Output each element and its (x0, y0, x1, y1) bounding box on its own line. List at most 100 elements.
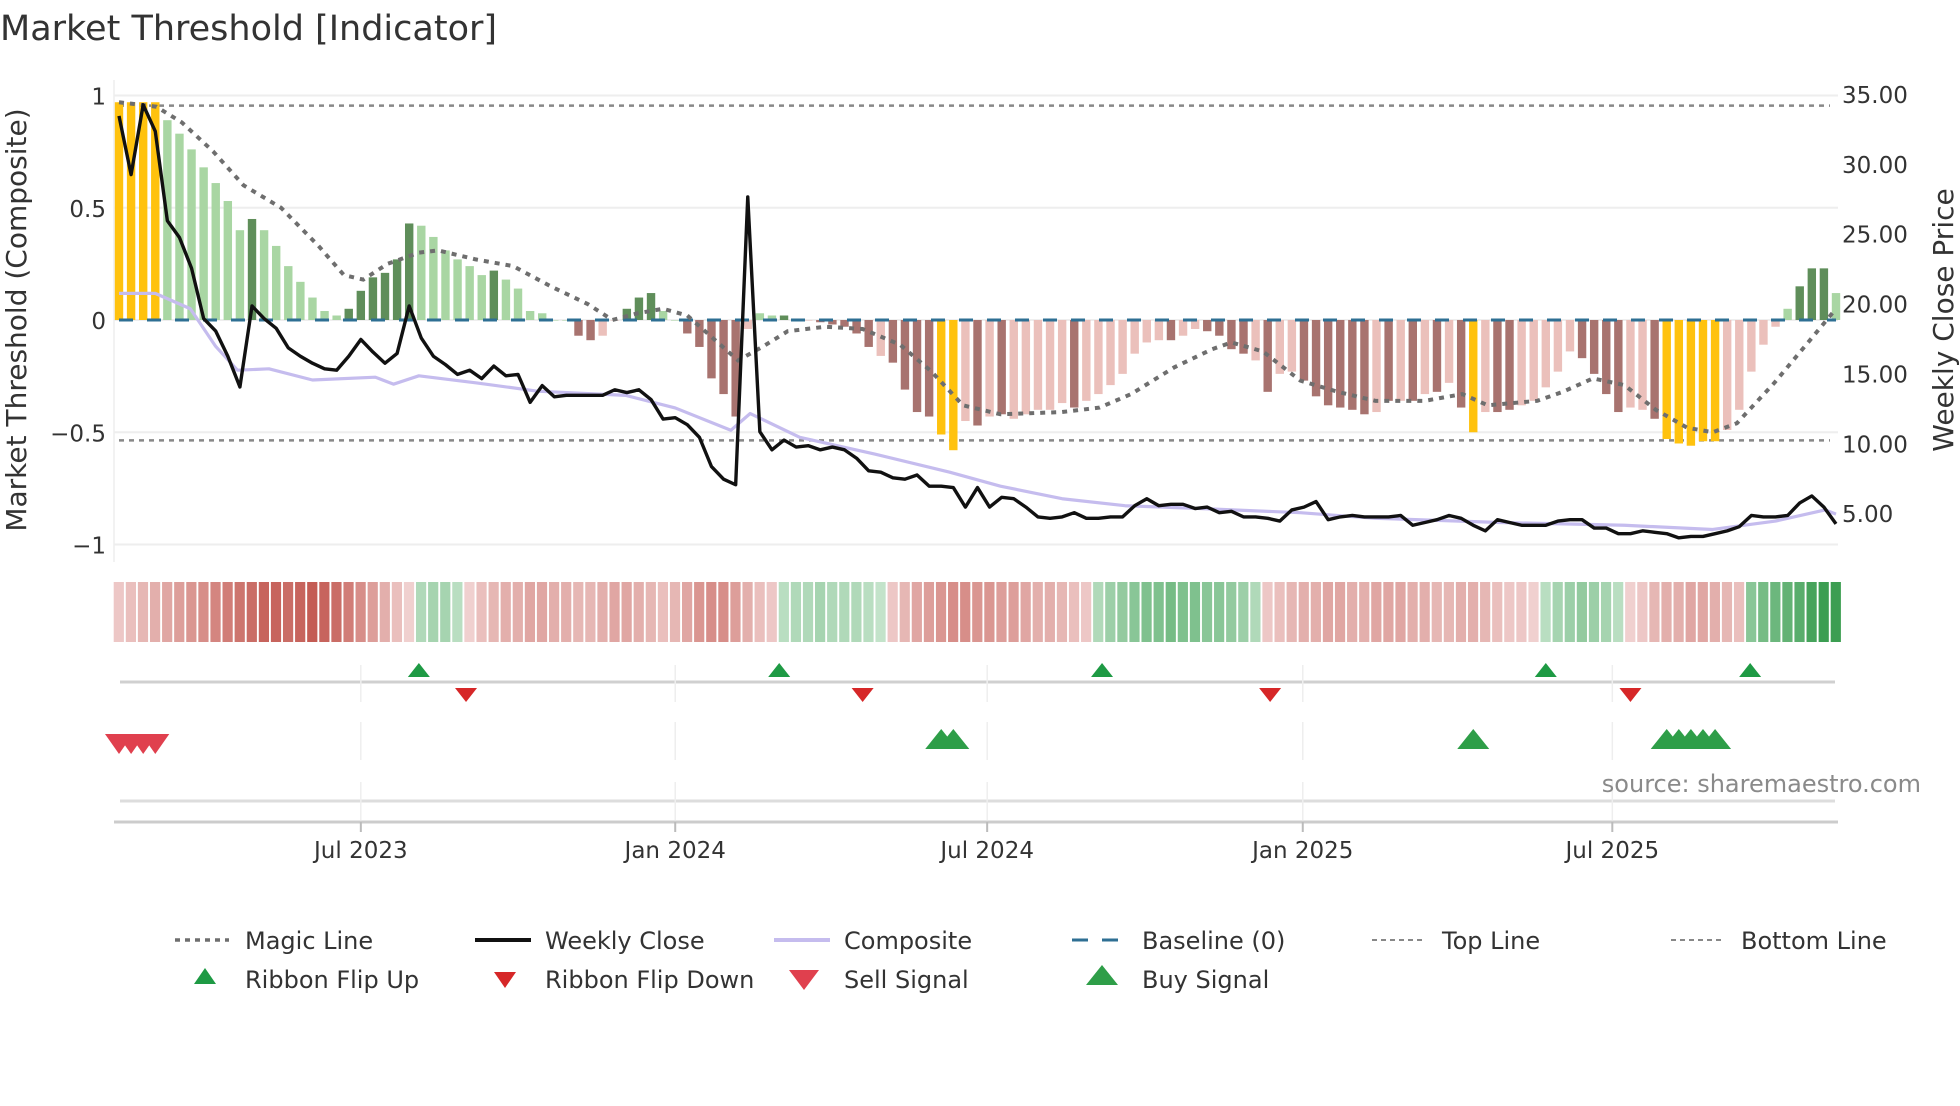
legend-label: Ribbon Flip Up (245, 966, 419, 994)
ribbon-cell (1588, 582, 1600, 642)
threshold-bar (1178, 320, 1188, 336)
ribbon-cell (960, 582, 971, 642)
threshold-bar (1420, 320, 1430, 395)
ribbon-cell (1020, 582, 1031, 642)
threshold-bar (900, 320, 910, 390)
threshold-bar (417, 225, 426, 320)
ribbon-cell (1274, 582, 1285, 642)
ribbon-cell (1359, 582, 1370, 642)
threshold-bar (1396, 320, 1405, 401)
legend-label: Top Line (1441, 927, 1540, 955)
legend-item-bottom: Bottom Line (1671, 927, 1887, 955)
threshold-bar (1747, 320, 1756, 372)
ribbon-cell (1371, 582, 1382, 642)
ribbon-flip-down-marker (851, 688, 874, 702)
threshold-bar (465, 266, 474, 320)
legend-item-composite: Composite (774, 927, 972, 955)
threshold-bar (1529, 320, 1538, 401)
ribbon-cell (210, 582, 221, 642)
threshold-bar (671, 320, 680, 321)
ribbon-cell (1431, 582, 1442, 642)
threshold-bar (1045, 320, 1055, 410)
y-tick-label: 0 (91, 309, 106, 335)
ribbon-cell (307, 582, 318, 642)
ribbon-cell (742, 582, 753, 642)
ribbon-cell (972, 582, 983, 642)
ribbon-cell (863, 582, 874, 642)
ribbon-cell (1685, 582, 1696, 642)
legend-label: Ribbon Flip Down (545, 966, 754, 994)
ribbon-cell (125, 582, 136, 642)
threshold-bar (1408, 320, 1417, 401)
threshold-bar (1384, 320, 1393, 401)
threshold-bar (574, 320, 583, 336)
threshold-bar (779, 315, 789, 320)
threshold-bar (1106, 320, 1115, 386)
ribbon-cell (1709, 582, 1720, 642)
ribbon-cell (1552, 582, 1563, 642)
threshold-bar (912, 320, 922, 413)
ribbon-cell (440, 582, 451, 642)
ribbon-flip-up-marker (407, 663, 430, 677)
threshold-bar (1082, 320, 1091, 401)
threshold-bar (1372, 320, 1381, 413)
threshold-bar (1203, 320, 1212, 332)
ribbon-cell (222, 582, 233, 642)
ribbon-cell (1214, 582, 1225, 642)
ribbon-cell (1419, 582, 1430, 642)
ribbon-cell (1721, 582, 1733, 642)
ribbon-cell (1334, 582, 1346, 642)
legend-item-close: Weekly Close (475, 927, 705, 955)
x-tick-label: Jul 2024 (938, 838, 1034, 864)
ribbon-cell (403, 582, 415, 642)
y2-tick-label: 20.00 (1842, 293, 1908, 319)
ribbon-cell (682, 582, 693, 642)
ribbon-cell (585, 582, 596, 642)
legend-item-sell: Sell Signal (789, 966, 969, 994)
threshold-bar (344, 308, 353, 320)
ribbon-cell (415, 582, 427, 642)
ribbon-cell (1141, 582, 1152, 642)
threshold-bar (1650, 320, 1659, 419)
ribbon-cell (186, 582, 197, 642)
y-tick-label: 0.5 (69, 197, 106, 223)
threshold-bar (223, 201, 233, 320)
ribbon-flip-up-marker (1091, 663, 1114, 677)
threshold-bar (441, 250, 450, 320)
ribbon-cell (839, 582, 850, 642)
y2-tick-label: 35.00 (1842, 83, 1908, 109)
ribbon-cell (851, 582, 862, 642)
x-tick-label: Jul 2023 (312, 838, 408, 864)
ribbon-cell (645, 582, 656, 642)
ribbon-flip-up-marker (1739, 663, 1762, 677)
ribbon-cell (730, 582, 741, 642)
threshold-bar (1166, 320, 1176, 341)
threshold-bar (707, 320, 716, 379)
threshold-bar (1674, 320, 1684, 444)
ribbon-cell (258, 582, 269, 642)
ribbon-cell (343, 582, 354, 642)
threshold-bar (235, 230, 245, 320)
ribbon-cell (1746, 582, 1757, 642)
threshold-bar (1469, 320, 1478, 433)
threshold-bar (1481, 320, 1490, 413)
ribbon-cell (1467, 582, 1479, 642)
ribbon-cell (1697, 582, 1708, 642)
ribbon-cell (331, 582, 342, 642)
threshold-bars (114, 102, 1841, 451)
ribbon-cell (428, 582, 439, 642)
ribbon-cell (1504, 582, 1515, 642)
threshold-bar (513, 288, 523, 320)
ribbon-cell (113, 582, 124, 642)
source-note: source: sharemaestro.com (1602, 770, 1921, 798)
ribbon-cell (355, 582, 366, 642)
threshold-bar (1215, 320, 1224, 336)
ribbon-cell (1673, 582, 1684, 642)
ribbon-cell (621, 582, 632, 642)
threshold-bar (1142, 320, 1151, 343)
threshold-bar (332, 315, 341, 320)
ribbon-cell (1153, 582, 1164, 642)
ribbon-cell (633, 582, 644, 642)
legend-label: Magic Line (245, 927, 373, 955)
threshold-bar (1626, 320, 1635, 408)
